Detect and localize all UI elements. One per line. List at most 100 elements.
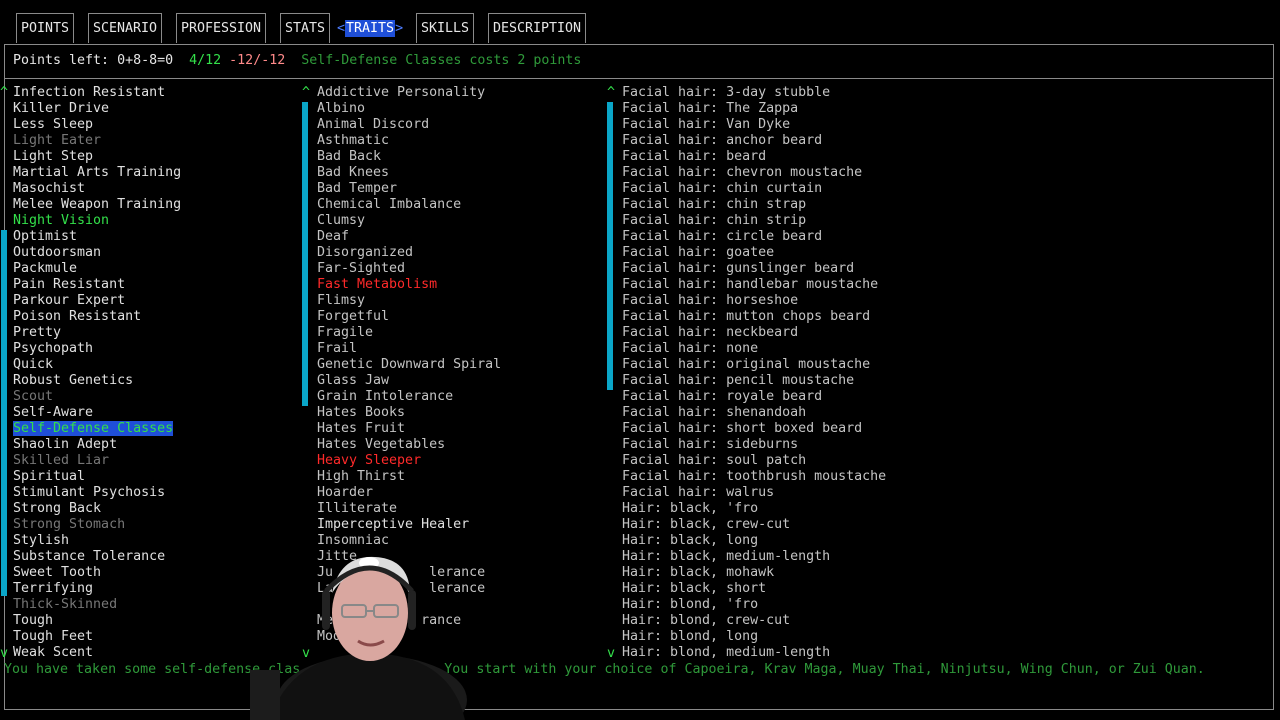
list-item[interactable]: Sweet Tooth	[13, 565, 181, 581]
list-item[interactable]: Facial hair: mutton chops beard	[622, 309, 886, 325]
list-item[interactable]: Addictive Personality	[317, 85, 501, 101]
list-item[interactable]: Facial hair: anchor beard	[622, 133, 886, 149]
trait-item[interactable]: Clumsy	[317, 213, 365, 228]
trait-item[interactable]: Illiterate	[317, 501, 397, 516]
list-item[interactable]: Facial hair: The Zappa	[622, 101, 886, 117]
list-item[interactable]: Robust Genetics	[13, 373, 181, 389]
list-item[interactable]: Hair: blond, crew-cut	[622, 613, 886, 629]
list-item[interactable]: Bad Back	[317, 149, 501, 165]
list-item[interactable]: Weak Scent	[13, 645, 181, 661]
list-item[interactable]: Facial hair: chin strap	[622, 197, 886, 213]
list-item[interactable]: Hair: black, 'fro	[622, 501, 886, 517]
trait-item[interactable]: Hair: black, crew-cut	[622, 517, 790, 532]
trait-item[interactable]: Facial hair: beard	[622, 149, 766, 164]
list-item[interactable]: Hoarder	[317, 485, 501, 501]
trait-item[interactable]: Skilled Liar	[13, 453, 109, 468]
list-item[interactable]: Genetic Downward Spiral	[317, 357, 501, 373]
trait-item[interactable]: Facial hair: chevron moustache	[622, 165, 862, 180]
list-item[interactable]: Facial hair: walrus	[622, 485, 886, 501]
trait-item[interactable]: Facial hair: neckbeard	[622, 325, 798, 340]
list-item[interactable]: Fragile	[317, 325, 501, 341]
trait-item[interactable]: Far-Sighted	[317, 261, 405, 276]
list-item[interactable]: Pretty	[13, 325, 181, 341]
trait-item[interactable]: Frail	[317, 341, 357, 356]
trait-item[interactable]: Facial hair: mutton chops beard	[622, 309, 870, 324]
list-item[interactable]: Stylish	[13, 533, 181, 549]
tab-scenario[interactable]: SCENARIO	[88, 13, 163, 43]
trait-item[interactable]: Melee Weapon Training	[13, 197, 181, 212]
prev-tab-arrow-icon[interactable]: <	[337, 21, 345, 36]
trait-item[interactable]: Hates Vegetables	[317, 437, 445, 452]
list-item[interactable]: Facial hair: chevron moustache	[622, 165, 886, 181]
trait-item[interactable]: Fast Metabolism	[317, 277, 437, 292]
trait-item[interactable]: Animal Discord	[317, 117, 429, 132]
list-item[interactable]: Animal Discord	[317, 117, 501, 133]
list-item[interactable]: Optimist	[13, 229, 181, 245]
trait-item[interactable]: Stylish	[13, 533, 69, 548]
tab-profession[interactable]: PROFESSION	[176, 13, 267, 43]
list-item[interactable]: Facial hair: 3-day stubble	[622, 85, 886, 101]
list-item[interactable]: Hair: black, long	[622, 533, 886, 549]
list-item[interactable]: Facial hair: toothbrush moustache	[622, 469, 886, 485]
col3-scroll-down-icon[interactable]: v	[607, 646, 615, 662]
tab-description[interactable]: DESCRIPTION	[488, 13, 587, 43]
trait-item[interactable]: Spiritual	[13, 469, 85, 484]
list-item[interactable]: Facial hair: gunslinger beard	[622, 261, 886, 277]
list-item[interactable]: Facial hair: beard	[622, 149, 886, 165]
trait-item[interactable]: Facial hair: shenandoah	[622, 405, 806, 420]
trait-item[interactable]: Asthmatic	[317, 133, 389, 148]
list-item[interactable]: Hates Books	[317, 405, 501, 421]
trait-item[interactable]: Grain Intolerance	[317, 389, 453, 404]
list-item[interactable]: Light Step	[13, 149, 181, 165]
list-item[interactable]: Martial Arts Training	[13, 165, 181, 181]
trait-item[interactable]: Hair: black, medium-length	[622, 549, 830, 564]
trait-item[interactable]: High Thirst	[317, 469, 405, 484]
list-item[interactable]: Spiritual	[13, 469, 181, 485]
list-item[interactable]: Facial hair: sideburns	[622, 437, 886, 453]
list-item[interactable]: Outdoorsman	[13, 245, 181, 261]
trait-item[interactable]: Hair: blond, long	[622, 629, 758, 644]
trait-item[interactable]: Flimsy	[317, 293, 365, 308]
col2-scrollbar-thumb[interactable]	[302, 102, 308, 406]
trait-item[interactable]: Facial hair: chin strap	[622, 197, 806, 212]
list-item[interactable]: Glass Jaw	[317, 373, 501, 389]
trait-item[interactable]: Killer Drive	[13, 101, 109, 116]
trait-item[interactable]: Infection Resistant	[13, 85, 165, 100]
list-item[interactable]: Terrifying	[13, 581, 181, 597]
trait-item[interactable]: Facial hair: chin curtain	[622, 181, 822, 196]
tab-points[interactable]: POINTS	[16, 13, 75, 43]
trait-item[interactable]: Hoarder	[317, 485, 373, 500]
list-item[interactable]: Facial hair: goatee	[622, 245, 886, 261]
list-item[interactable]: Grain Intolerance	[317, 389, 501, 405]
list-item[interactable]: Psychopath	[13, 341, 181, 357]
trait-item[interactable]: Shaolin Adept	[13, 437, 117, 452]
list-item[interactable]: Poison Resistant	[13, 309, 181, 325]
col1-scrollbar-thumb[interactable]	[1, 230, 7, 596]
list-item[interactable]: Facial hair: Van Dyke	[622, 117, 886, 133]
trait-item[interactable]: Strong Stomach	[13, 517, 125, 532]
list-item[interactable]: Facial hair: royale beard	[622, 389, 886, 405]
list-item[interactable]: Hair: blond, 'fro	[622, 597, 886, 613]
trait-item[interactable]: Quick	[13, 357, 53, 372]
list-item[interactable]: Asthmatic	[317, 133, 501, 149]
trait-item[interactable]: Scout	[13, 389, 53, 404]
trait-item[interactable]: Hair: blond, 'fro	[622, 597, 758, 612]
trait-item[interactable]: Thick-Skinned	[13, 597, 117, 612]
trait-item[interactable]: Glass Jaw	[317, 373, 389, 388]
trait-item[interactable]: Tough Feet	[13, 629, 93, 644]
trait-item[interactable]: Facial hair: handlebar moustache	[622, 277, 878, 292]
list-item[interactable]: Hair: black, short	[622, 581, 886, 597]
list-item[interactable]: Less Sleep	[13, 117, 181, 133]
list-item[interactable]: Imperceptive Healer	[317, 517, 501, 533]
trait-item[interactable]: Optimist	[13, 229, 77, 244]
list-item[interactable]: Deaf	[317, 229, 501, 245]
trait-item[interactable]: Facial hair: gunslinger beard	[622, 261, 854, 276]
list-item[interactable]: Hair: black, mohawk	[622, 565, 886, 581]
trait-item[interactable]: Facial hair: royale beard	[622, 389, 822, 404]
list-item[interactable]: Frail	[317, 341, 501, 357]
list-item[interactable]: Flimsy	[317, 293, 501, 309]
trait-item[interactable]: Disorganized	[317, 245, 413, 260]
list-item[interactable]: Disorganized	[317, 245, 501, 261]
trait-item[interactable]: Hates Fruit	[317, 421, 405, 436]
trait-item[interactable]: Hair: black, short	[622, 581, 766, 596]
